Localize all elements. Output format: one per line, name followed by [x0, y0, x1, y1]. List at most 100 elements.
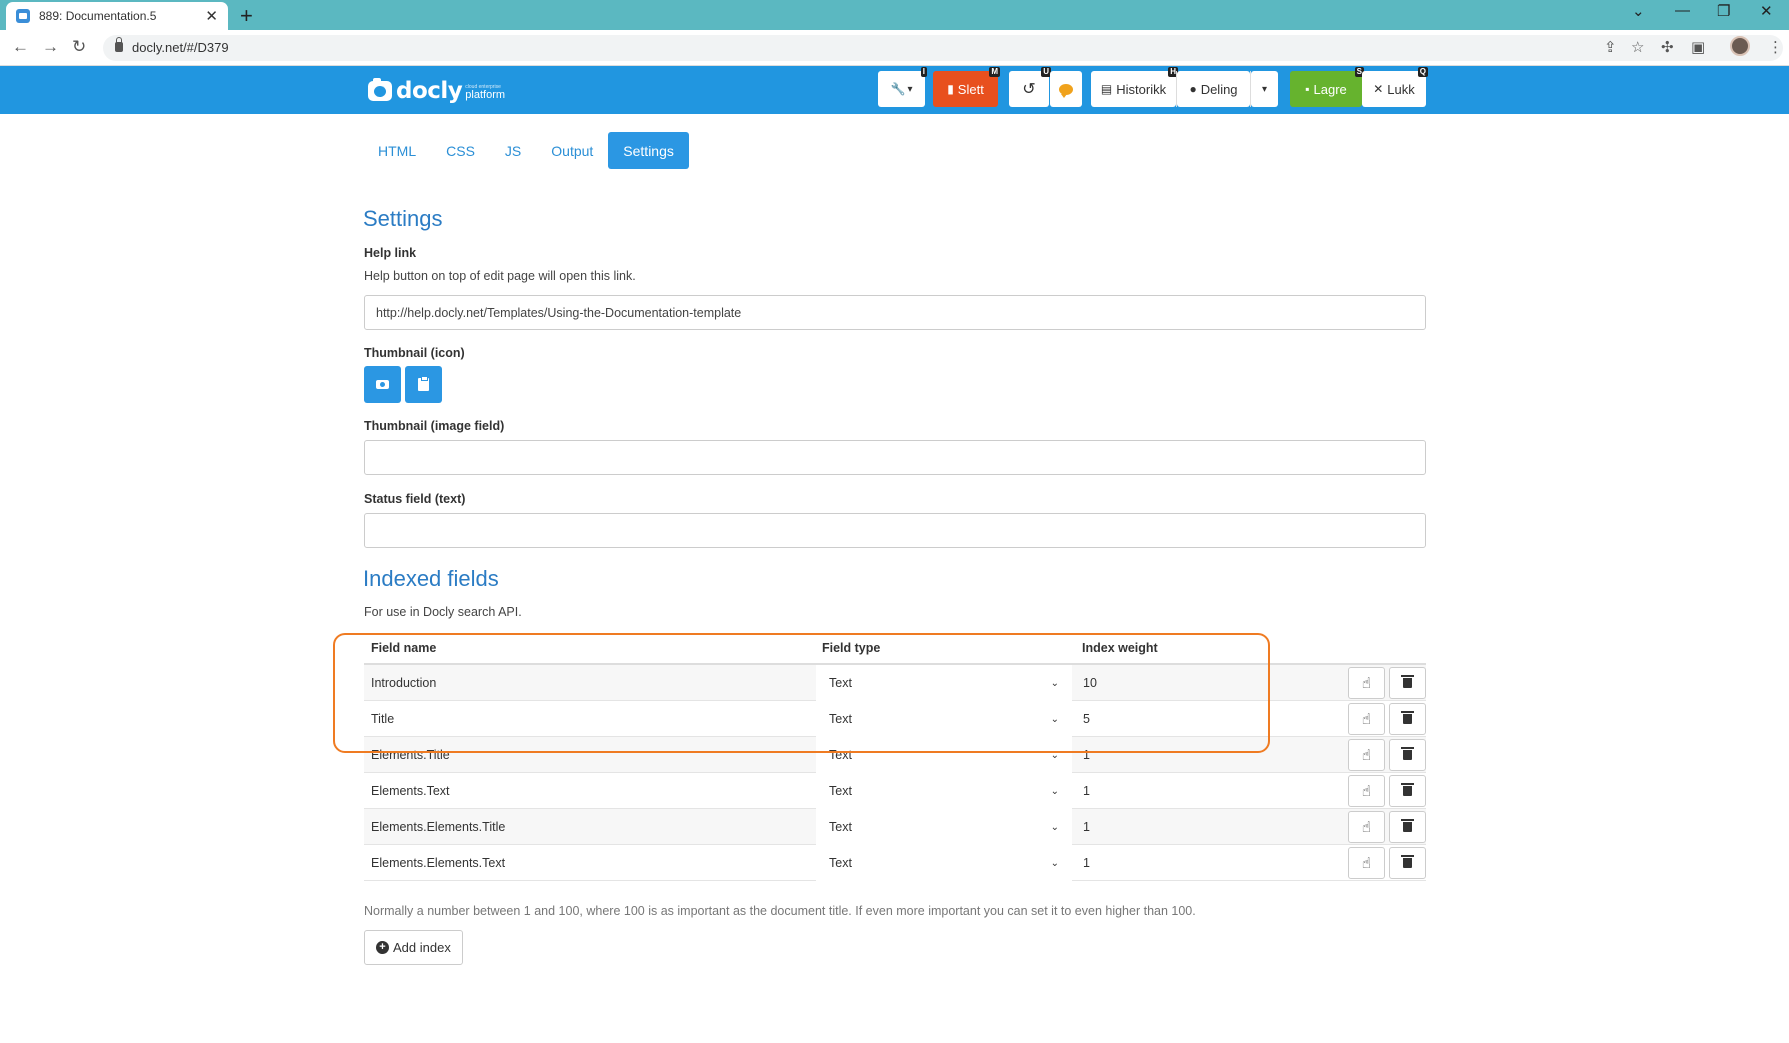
field-name[interactable]: Elements.Elements.Text [371, 856, 505, 870]
delete-row-button[interactable] [1389, 775, 1426, 807]
tab-close-icon[interactable]: ✕ [205, 7, 218, 25]
new-tab-button[interactable]: + [240, 3, 253, 29]
url-field[interactable]: docly.net/#/D379 ⇪ ☆ ✣ ▣ ⋮ [103, 35, 1783, 61]
delete-row-button[interactable] [1389, 739, 1426, 771]
status-field-input[interactable] [364, 513, 1426, 548]
back-icon[interactable]: ← [12, 37, 29, 57]
share-label: Deling [1200, 81, 1238, 97]
side-panel-icon[interactable]: ▣ [1691, 38, 1705, 56]
tab-html[interactable]: HTML [363, 132, 431, 169]
delete-button[interactable]: ▮ Slett M [933, 67, 1000, 107]
field-type-value: Text [829, 820, 852, 834]
window-close-icon[interactable]: ✕ [1760, 2, 1773, 20]
thumbnail-camera-button[interactable] [364, 366, 401, 403]
save-button[interactable]: ▪ Lagre S [1290, 67, 1364, 107]
bookmark-star-icon[interactable]: ☆ [1631, 38, 1644, 56]
move-row-button[interactable]: ☝ [1348, 775, 1385, 807]
forward-icon[interactable]: → [42, 37, 59, 57]
hand-pointer-icon: ☝ [1361, 747, 1372, 764]
browser-tab-strip: 889: Documentation.5 ✕ + ⌄ — ❐ ✕ [0, 0, 1789, 30]
field-name[interactable]: Title [371, 712, 394, 726]
delete-row-button[interactable] [1389, 703, 1426, 735]
tab-js[interactable]: JS [490, 132, 536, 169]
minimize-icon[interactable]: — [1675, 2, 1690, 19]
undo-button[interactable]: ↺ U [1009, 67, 1051, 107]
docly-logo[interactable]: docly cloud enterprise platform [368, 78, 505, 104]
field-name[interactable]: Elements.Title [371, 748, 450, 762]
profile-avatar[interactable] [1730, 36, 1750, 56]
delete-row-button[interactable] [1389, 667, 1426, 699]
tab-output[interactable]: Output [536, 132, 608, 169]
thumbnail-paste-button[interactable] [405, 366, 442, 403]
comments-button[interactable] [1050, 71, 1082, 107]
index-weight-input[interactable]: 1 [1075, 737, 1342, 773]
delete-row-button[interactable] [1389, 811, 1426, 843]
field-type-select[interactable]: Text ⌄ [816, 737, 1072, 773]
share-dropdown-button[interactable]: ▾ [1251, 71, 1278, 107]
trash-icon [1401, 855, 1414, 868]
add-index-button[interactable]: + Add index [364, 930, 463, 965]
close-button[interactable]: ✕ Lukk Q [1362, 67, 1428, 107]
tab-css[interactable]: CSS [431, 132, 490, 169]
docly-favicon-icon [16, 9, 30, 23]
index-weight-input[interactable]: 5 [1075, 701, 1342, 737]
share-button[interactable]: ● Deling [1177, 71, 1250, 107]
reload-icon[interactable]: ↻ [72, 37, 86, 57]
browser-tab[interactable]: 889: Documentation.5 ✕ [6, 2, 228, 30]
history-button[interactable]: ▤ Historikk H [1091, 67, 1178, 107]
chevron-down-icon: ⌄ [1050, 785, 1059, 797]
field-name[interactable]: Elements.Elements.Title [371, 820, 505, 834]
shortcut-badge: Q [1417, 67, 1428, 77]
field-type-value: Text [829, 856, 852, 870]
move-row-button[interactable]: ☝ [1348, 667, 1385, 699]
editor-tabs: HTML CSS JS Output Settings [363, 132, 689, 169]
logo-platform-text: platform [465, 89, 506, 101]
index-weight-input[interactable]: 1 [1075, 773, 1342, 809]
field-name[interactable]: Elements.Text [371, 784, 450, 798]
hand-pointer-icon: ☝ [1361, 675, 1372, 692]
logo-name: docly [396, 78, 463, 104]
tools-button[interactable]: 🔧 ▾ I [878, 67, 927, 107]
index-weight-input[interactable]: 10 [1075, 665, 1342, 701]
move-row-button[interactable]: ☝ [1348, 739, 1385, 771]
field-type-select[interactable]: Text ⌄ [816, 665, 1072, 701]
trash-icon [1401, 747, 1414, 760]
user-icon: ● [1189, 82, 1197, 96]
help-link-input[interactable]: http://help.docly.net/Templates/Using-th… [364, 295, 1426, 330]
field-type-select[interactable]: Text ⌄ [816, 809, 1072, 845]
index-weight-input[interactable]: 1 [1075, 809, 1342, 845]
settings-heading: Settings [363, 206, 443, 231]
field-type-value: Text [829, 712, 852, 726]
help-link-description: Help button on top of edit page will ope… [364, 269, 636, 283]
move-row-button[interactable]: ☝ [1348, 811, 1385, 843]
thumbnail-image-input[interactable] [364, 440, 1426, 475]
tab-settings[interactable]: Settings [608, 132, 689, 169]
browser-menu-icon[interactable]: ⋮ [1768, 38, 1783, 56]
table-row: Elements.Elements.Text Text ⌄ 1 ☝ [364, 845, 1426, 881]
status-field-label: Status field (text) [364, 492, 466, 506]
field-type-value: Text [829, 748, 852, 762]
share-icon[interactable]: ⇪ [1604, 38, 1617, 56]
chevron-down-icon: ▾ [1261, 83, 1268, 95]
move-row-button[interactable]: ☝ [1348, 847, 1385, 879]
restore-icon[interactable]: ❐ [1717, 2, 1730, 20]
shortcut-badge: M [989, 67, 1000, 77]
field-type-select[interactable]: Text ⌄ [816, 845, 1072, 881]
url-text: docly.net/#/D379 [132, 40, 229, 55]
close-label: Lukk [1387, 81, 1415, 97]
delete-row-button[interactable] [1389, 847, 1426, 879]
chevron-down-icon: ⌄ [1050, 713, 1059, 725]
table-row: Elements.Title Text ⌄ 1 ☝ [364, 737, 1426, 773]
field-type-select[interactable]: Text ⌄ [816, 773, 1072, 809]
field-type-select[interactable]: Text ⌄ [816, 701, 1072, 737]
history-icon: ▤ [1100, 82, 1113, 96]
tab-search-icon[interactable]: ⌄ [1632, 2, 1645, 20]
extensions-icon[interactable]: ✣ [1661, 38, 1674, 56]
close-icon: ✕ [1373, 82, 1384, 96]
chevron-down-icon: ⌄ [1050, 821, 1059, 833]
field-name[interactable]: Introduction [371, 676, 436, 690]
hand-pointer-icon: ☝ [1361, 855, 1372, 872]
index-weight-input[interactable]: 1 [1075, 845, 1342, 881]
move-row-button[interactable]: ☝ [1348, 703, 1385, 735]
col-field-name: Field name [371, 641, 437, 655]
